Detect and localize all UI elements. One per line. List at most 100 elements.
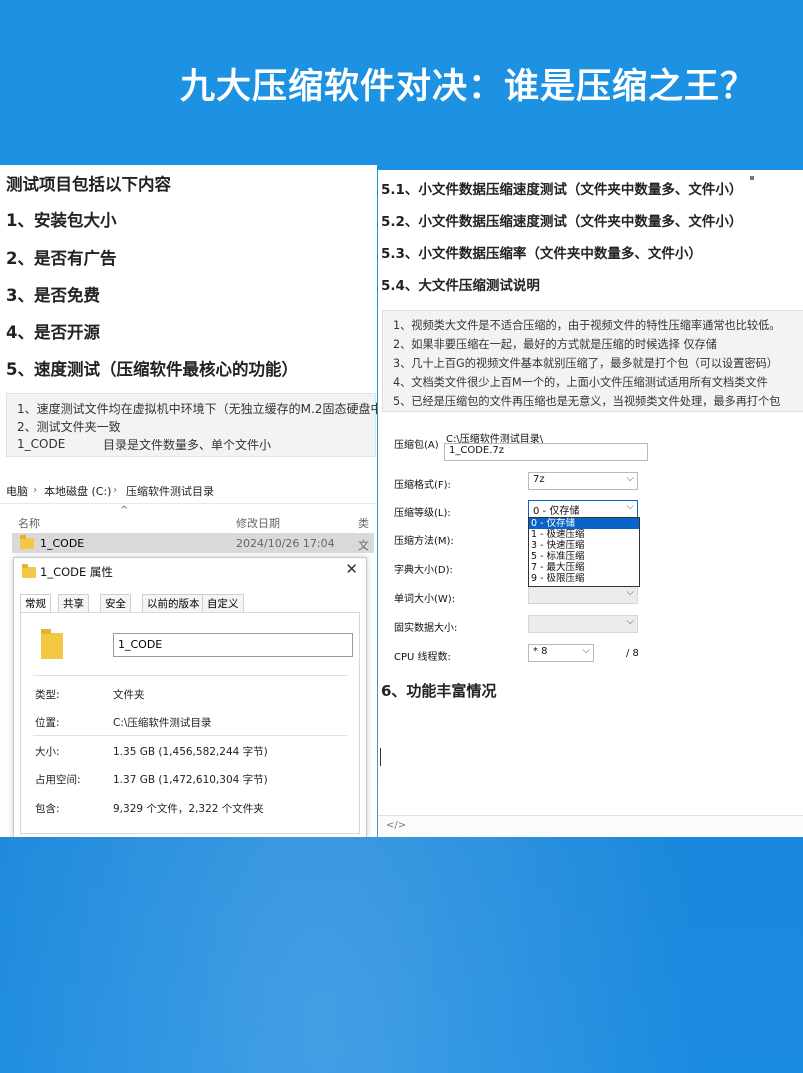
test-item-2: 2、是否有广告 [6,249,117,268]
level-option[interactable]: 3 - 快速压缩 [529,540,639,551]
note-line-1: 1、速度测试文件均在虚拟机中环境下（无独立缓存的M.2固态硬盘中 [17,402,377,416]
prop-contains-value: 9,329 个文件，2,322 个文件夹 [113,803,264,815]
cpu-value: * 8 [533,646,548,657]
solid-label: 固实数据大小: [394,623,458,634]
note-line-2: 2、测试文件夹一致 [17,420,121,434]
explorer-breadcrumb: 电脑 › 本地磁盘 (C:) › 压缩软件测试目录 [0,475,377,504]
level-select[interactable]: 0 - 仅存储 ⌵ [528,500,638,518]
file-type: 文 [358,539,369,552]
test-item-1: 1、安装包大小 [6,211,117,230]
tab-sharing[interactable]: 共享 [58,594,89,614]
tab-customize[interactable]: 自定义 [202,594,244,614]
level-option[interactable]: 5 - 标准压缩 [529,551,639,562]
tab-general[interactable]: 常规 [20,594,51,614]
file-date: 2024/10/26 17:04 [236,537,335,550]
format-value: 7z [533,474,545,485]
speed-test-note: 1、速度测试文件均在虚拟机中环境下（无独立缓存的M.2固态硬盘中 2、测试文件夹… [6,393,377,457]
note-4: 4、文档类文件很少上百M一个的，上面小文件压缩测试适用所有文档类文件 [393,376,768,389]
format-label: 压缩格式(F): [394,480,451,491]
compress-dialog: 压缩包(A) C:\压缩软件测试目录\ 1_CODE.7z 压缩格式(F): 7… [382,428,648,668]
column-name[interactable]: 名称 [18,515,40,531]
word-label: 单词大小(W): [394,594,456,605]
breadcrumb-pc[interactable]: 电脑 [6,483,28,499]
column-date[interactable]: 修改日期 [236,515,280,531]
folder-icon [41,629,63,659]
cpu-total: / 8 [626,648,639,659]
heading-6: 6、功能丰富情况 [381,682,497,700]
editor-footer: </> [378,815,803,837]
breadcrumb-folder[interactable]: 压缩软件测试目录 [126,483,214,499]
folder-icon [20,535,34,549]
folder-name-value: 1_CODE [118,638,163,651]
right-panel: 5.1、小文件数据压缩速度测试（文件夹中数量多、文件小） 5.2、小文件数据压缩… [378,170,803,837]
code-view-icon[interactable]: </> [386,820,406,831]
cpu-threads-select[interactable]: * 8 ⌵ [528,644,594,662]
note-line-code: 1_CODE [17,437,66,451]
prop-type-label: 类型: [35,689,60,701]
archive-name-input[interactable]: 1_CODE.7z [444,443,648,461]
note-5: 5、已经是压缩包的文件再压缩也是无意义，当视频类文件处理，最多再打个包 [393,395,781,408]
heading-5-4: 5.4、大文件压缩测试说明 [381,278,540,294]
large-file-notes: 1、视频类大文件是不适合压缩的，由于视频文件的特性压缩率通常也比较低。 2、如果… [382,310,803,412]
chevron-down-icon: ⌵ [582,645,590,656]
prop-location-value: C:\压缩软件测试目录 [113,717,212,729]
section-heading: 测试项目包括以下内容 [6,175,171,194]
divider [33,675,347,676]
heading-5-3: 5.3、小文件数据压缩率（文件夹中数量多、文件小） [381,246,702,262]
test-item-4: 4、是否开源 [6,323,100,342]
note-3: 3、几十上百G的视频文件基本就别压缩了，最多就是打个包（可以设置密码） [393,357,778,370]
note-line-desc: 目录是文件数量多、单个文件小 [103,438,272,452]
page-headline: 九大压缩软件对决：谁是压缩之王？ [180,67,757,107]
file-row[interactable]: 1_CODE 2024/10/26 17:04 文 [12,533,374,553]
level-option[interactable]: 1 - 极速压缩 [529,529,639,540]
chevron-right-icon: › [113,483,118,496]
divider [33,735,347,736]
text-caret [380,748,381,766]
prop-type-value: 文件夹 [113,689,145,701]
tab-previous-versions[interactable]: 以前的版本 [142,594,205,614]
folder-icon [22,564,36,578]
level-option[interactable]: 9 - 极限压缩 [529,573,639,584]
format-select[interactable]: 7z ⌵ [528,472,638,490]
level-option[interactable]: 7 - 最大压缩 [529,562,639,573]
sort-up-icon: ^ [120,505,129,516]
left-panel: 测试项目包括以下内容 1、安装包大小 2、是否有广告 3、是否免费 4、是否开源… [0,165,377,837]
dialog-title: 1_CODE 属性 [40,565,113,579]
level-label: 压缩等级(L): [394,508,451,519]
test-item-3: 3、是否免费 [6,286,100,305]
heading-5-1: 5.1、小文件数据压缩速度测试（文件夹中数量多、文件小） [381,182,743,198]
chevron-down-icon: ⌵ [626,501,634,512]
chevron-down-icon: ⌵ [626,616,634,627]
level-value: 0 - 仅存储 [533,506,580,517]
level-option[interactable]: 0 - 仅存储 [529,518,639,529]
tab-security[interactable]: 安全 [100,594,131,614]
file-name: 1_CODE [40,537,85,550]
scroll-marker [750,176,754,180]
note-1: 1、视频类大文件是不适合压缩的，由于视频文件的特性压缩率通常也比较低。 [393,319,781,332]
archive-label: 压缩包(A) [394,440,439,451]
prop-size-label: 大小: [35,746,60,758]
dict-label: 字典大小(D): [394,565,453,576]
method-label: 压缩方法(M): [394,536,454,547]
word-size-select: ⌵ [528,586,638,604]
breadcrumb-disk[interactable]: 本地磁盘 (C:) [44,483,111,499]
archive-name-value: 1_CODE.7z [449,445,505,456]
prop-disk-label: 占用空间: [35,774,81,786]
test-item-5: 5、速度测试（压缩软件最核心的功能） [6,360,298,379]
folder-name-field[interactable]: 1_CODE [113,633,353,657]
close-icon[interactable]: ✕ [345,560,358,578]
prop-location-label: 位置: [35,717,60,729]
note-2: 2、如果非要压缩在一起，最好的方式就是压缩的时候选择 仅存储 [393,338,717,351]
column-type[interactable]: 类 [358,515,369,531]
chevron-down-icon: ⌵ [626,587,634,598]
prop-disk-value: 1.37 GB (1,472,610,304 字节) [113,774,268,786]
solid-size-select: ⌵ [528,615,638,633]
chevron-down-icon: ⌵ [626,473,634,484]
chevron-right-icon: › [33,483,38,496]
cpu-label: CPU 线程数: [394,652,451,663]
prop-size-value: 1.35 GB (1,456,582,244 字节) [113,746,268,758]
level-dropdown-list: 0 - 仅存储 1 - 极速压缩 3 - 快速压缩 5 - 标准压缩 7 - 最… [528,517,640,587]
prop-contains-label: 包含: [35,803,60,815]
general-tab-body: 1_CODE 类型: 文件夹 位置: C:\压缩软件测试目录 大小: 1.35 … [20,612,360,834]
properties-dialog: 1_CODE 属性 ✕ 常规 共享 安全 以前的版本 自定义 1_CODE 类型… [13,557,367,837]
